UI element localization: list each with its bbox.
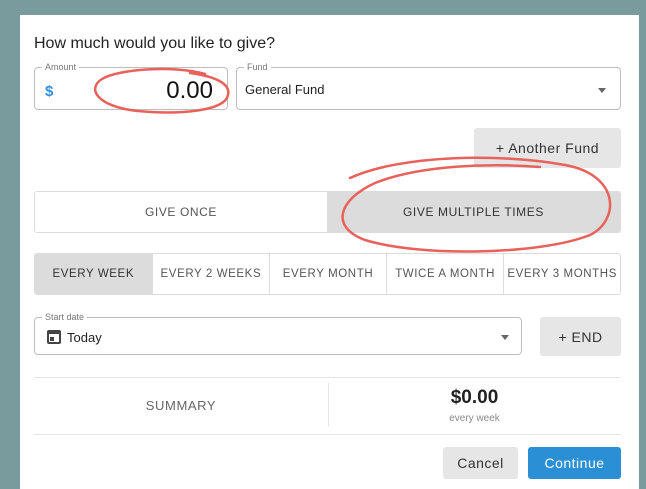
fund-value: General Fund [245,82,325,97]
fund-legend: Fund [244,61,271,73]
summary-label: SUMMARY [145,397,217,413]
start-date-legend: Start date [42,311,88,323]
give-type-toggle: GIVE ONCE GIVE MULTIPLE TIMES [34,191,621,233]
frequency-twice-a-month[interactable]: TWICE A MONTH [385,254,504,294]
frequency-toggle: EVERY WEEK EVERY 2 WEEKS EVERY MONTH TWI… [34,253,621,295]
summary-frequency: every week [449,413,500,424]
start-date-select[interactable]: Start date Today [34,311,522,355]
give-once-option[interactable]: GIVE ONCE [35,192,327,232]
add-another-fund-button[interactable]: + Another Fund [474,128,621,168]
cancel-button[interactable]: Cancel [443,447,518,479]
continue-button[interactable]: Continue [528,447,621,479]
fund-select[interactable]: Fund General Fund [236,61,621,110]
give-dialog: How much would you like to give? Amount … [20,15,639,489]
frequency-every-2-weeks[interactable]: EVERY 2 WEEKS [151,254,270,294]
summary-amount: $0.00 [450,387,499,408]
calendar-icon [47,330,61,344]
dialog-title: How much would you like to give? [34,35,276,52]
give-multiple-option[interactable]: GIVE MULTIPLE TIMES [327,192,620,232]
amount-field[interactable]: Amount $ 0.00 [34,61,228,110]
frequency-every-month[interactable]: EVERY MONTH [269,254,386,294]
amount-legend: Amount [42,61,80,73]
add-end-date-button[interactable]: + END [540,317,621,356]
currency-symbol: $ [45,83,54,100]
start-date-value: Today [67,330,102,345]
amount-value: 0.00 [166,77,213,104]
frequency-every-3-months[interactable]: EVERY 3 MONTHS [503,254,620,294]
summary-divider-bottom [34,434,621,435]
frequency-every-week[interactable]: EVERY WEEK [35,254,152,294]
summary-divider-top [34,377,621,378]
chevron-down-icon [501,335,509,340]
chevron-down-icon [598,88,606,93]
